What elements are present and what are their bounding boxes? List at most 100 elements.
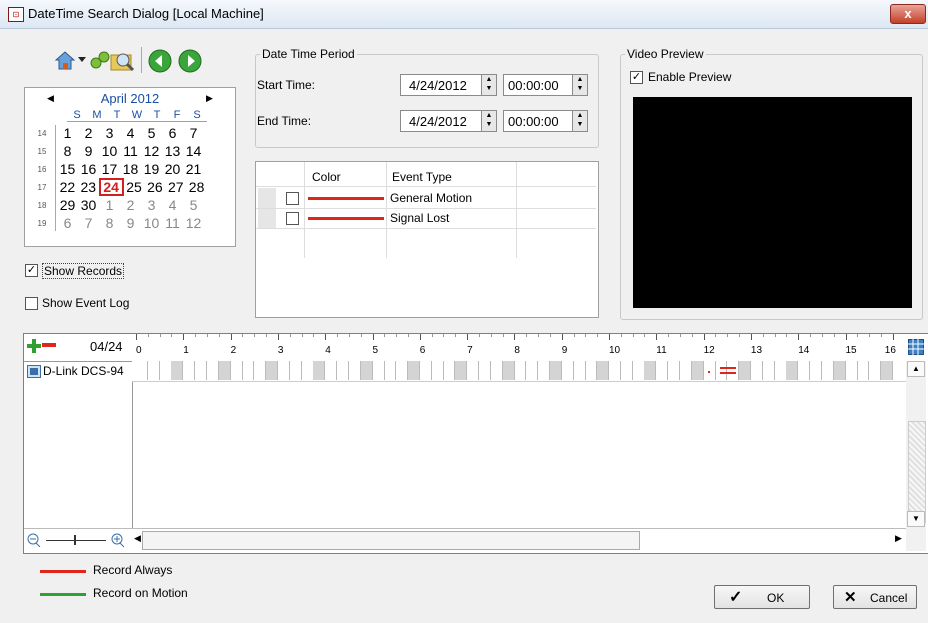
calendar-day[interactable]: 1 [99, 196, 120, 214]
track-slot[interactable] [207, 361, 219, 380]
track-slot[interactable] [810, 361, 823, 380]
track-slot[interactable] [880, 361, 893, 380]
calendar-day[interactable]: 13 [162, 142, 183, 160]
track-slot[interactable] [491, 361, 503, 380]
track-slot[interactable] [432, 361, 444, 380]
calendar-day[interactable]: 12 [183, 214, 204, 232]
track-slot[interactable] [195, 361, 208, 380]
table-row[interactable]: General Motion [256, 188, 596, 209]
calendar-day[interactable]: 5 [141, 124, 162, 142]
track-slot[interactable] [633, 361, 645, 380]
track-slot[interactable] [407, 361, 420, 380]
track-slot[interactable] [786, 361, 799, 380]
calendar-day[interactable]: 6 [162, 124, 183, 142]
calendar-day[interactable]: 14 [183, 142, 204, 160]
back-icon[interactable] [148, 49, 172, 73]
link-icon[interactable] [88, 49, 112, 71]
track-slot[interactable] [325, 361, 338, 380]
close-button[interactable]: x [890, 4, 926, 24]
track-slot[interactable] [231, 361, 243, 380]
event-type-table[interactable]: Color Event Type General Motion Signal L… [255, 161, 599, 318]
track-slot[interactable] [833, 361, 846, 380]
calendar-day[interactable]: 11 [120, 142, 141, 160]
track-slot[interactable] [148, 361, 160, 380]
show-records-label[interactable]: Show Records [42, 263, 125, 279]
calendar-day[interactable]: 17 [99, 160, 120, 178]
calendar-day[interactable]: 16 [78, 160, 99, 178]
track-slot[interactable] [502, 361, 515, 380]
zoom-slider[interactable] [46, 540, 106, 541]
end-date-spinner[interactable]: ▲ ▼ [481, 110, 497, 132]
calendar-day[interactable]: 7 [183, 124, 204, 142]
start-time-spinner[interactable]: ▲ ▼ [572, 74, 588, 96]
calendar-day[interactable]: 27 [165, 178, 186, 196]
calendar-day[interactable]: 10 [141, 214, 162, 232]
track-slot[interactable] [775, 361, 787, 380]
track-slot[interactable] [514, 361, 527, 380]
calendar-day[interactable]: 4 [162, 196, 183, 214]
calendar-day[interactable]: 2 [120, 196, 141, 214]
track-slot[interactable] [585, 361, 598, 380]
calendar-day[interactable]: 22 [57, 178, 78, 196]
calendar-day[interactable]: 29 [57, 196, 78, 214]
calendar-prev-button[interactable]: ◀ [47, 93, 54, 104]
track-slot[interactable] [538, 361, 551, 380]
event-checkbox[interactable] [286, 212, 299, 225]
track-slot[interactable] [715, 361, 728, 380]
scroll-right-button[interactable]: ▶ [895, 533, 902, 544]
track-slot[interactable] [266, 361, 279, 380]
track-slot[interactable] [668, 361, 681, 380]
track-slot[interactable] [597, 361, 610, 380]
table-row[interactable]: Signal Lost [256, 208, 596, 229]
camera-name[interactable]: D-Link DCS-94 [43, 364, 124, 378]
grid-toggle-icon[interactable] [908, 339, 924, 355]
horizontal-scroll-thumb[interactable] [142, 531, 640, 550]
start-date-field[interactable]: 4/24/2012 [400, 74, 482, 96]
track-slot[interactable] [384, 361, 397, 380]
track-slot[interactable] [160, 361, 172, 380]
calendar-day[interactable]: 7 [78, 214, 99, 232]
end-date-field[interactable]: 4/24/2012 [400, 110, 482, 132]
track-slot[interactable] [798, 361, 811, 380]
track-slot[interactable] [218, 361, 231, 380]
zoom-in-plus-icon[interactable] [27, 339, 41, 353]
track-slot[interactable] [349, 361, 361, 380]
month-calendar[interactable]: April 2012 ◀ ▶ S M T W T F S 14 15 16 17 18 1… [24, 87, 236, 247]
calendar-next-button[interactable]: ▶ [206, 93, 213, 104]
track-slot[interactable] [526, 361, 539, 380]
calendar-day[interactable]: 3 [99, 124, 120, 142]
track-slot[interactable] [680, 361, 692, 380]
calendar-day[interactable]: 8 [99, 214, 120, 232]
track-slot[interactable] [621, 361, 633, 380]
calendar-day[interactable]: 20 [162, 160, 183, 178]
track-slot[interactable] [171, 361, 184, 380]
track-slot[interactable] [396, 361, 409, 380]
track-slot[interactable] [479, 361, 491, 380]
start-time-field[interactable]: 00:00:00 [503, 74, 573, 96]
track-slot[interactable] [290, 361, 302, 380]
zoom-out-icon[interactable] [27, 533, 41, 547]
track-slot[interactable] [763, 361, 775, 380]
scroll-left-button[interactable]: ◀ [134, 533, 141, 544]
show-records-checkbox[interactable]: ✓ [25, 264, 38, 277]
track-slot[interactable] [373, 361, 385, 380]
calendar-day[interactable]: 11 [162, 214, 183, 232]
track-slot[interactable] [254, 361, 267, 380]
track-slot[interactable] [278, 361, 290, 380]
calendar-day[interactable]: 1 [57, 124, 78, 142]
search-folder-icon[interactable] [110, 49, 136, 73]
calendar-day[interactable]: 15 [57, 160, 78, 178]
camera-record-track[interactable] [132, 361, 906, 382]
track-slot[interactable] [869, 361, 882, 380]
calendar-day[interactable]: 8 [57, 142, 78, 160]
calendar-day[interactable]: 30 [78, 196, 99, 214]
track-slot[interactable] [242, 361, 255, 380]
end-time-spinner[interactable]: ▲ ▼ [572, 110, 588, 132]
calendar-day[interactable]: 19 [141, 160, 162, 178]
track-slot[interactable] [644, 361, 657, 380]
track-slot[interactable] [443, 361, 456, 380]
track-slot[interactable] [751, 361, 763, 380]
track-slot[interactable] [846, 361, 858, 380]
time-ruler[interactable]: 0 1 2 3 4 5 6 7 8 9 10 11 12 13 14 15 16 [132, 334, 906, 362]
track-slot[interactable] [302, 361, 314, 380]
